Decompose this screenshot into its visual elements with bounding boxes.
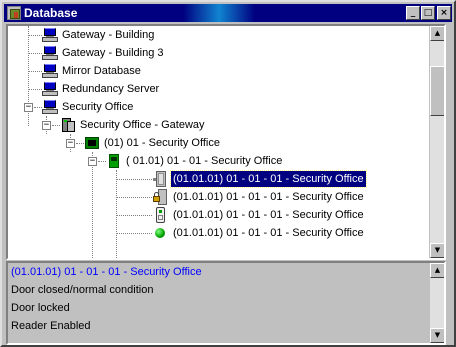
- status-dot-icon: [152, 225, 168, 241]
- tree-node-label: (01.01.01) 01 - 01 - 01 - Security Offic…: [173, 227, 364, 239]
- scroll-thumb[interactable]: [430, 66, 444, 116]
- tree-connector: [92, 152, 93, 258]
- server-icon: [42, 27, 58, 43]
- tree-node-label: Security Office - Gateway: [80, 119, 205, 131]
- reader-icon: [152, 207, 168, 223]
- collapse-toggle[interactable]: −: [66, 139, 75, 148]
- tree-connector: [98, 161, 106, 162]
- panel-icon: [84, 135, 100, 151]
- board-icon: [106, 153, 122, 169]
- scroll-up-button[interactable]: ▲: [430, 263, 444, 278]
- collapse-toggle[interactable]: −: [24, 103, 33, 112]
- tree-connector: [28, 71, 42, 72]
- tree-node-label: (01.01.01) 01 - 01 - 01 - Security Offic…: [173, 209, 364, 221]
- tree-connector: [28, 35, 42, 36]
- scroll-down-button[interactable]: ▼: [430, 243, 444, 258]
- window-title: Database: [24, 6, 78, 20]
- title-bar[interactable]: Database _ □ ×: [4, 4, 452, 22]
- tree-node-label-selected: (01.01.01) 01 - 01 - 01 - Security Offic…: [170, 170, 367, 188]
- database-window: Database _ □ × − − − − Gateway - Buildin…: [0, 0, 456, 347]
- door-icon: [152, 171, 168, 187]
- tree-connector: [76, 143, 84, 144]
- info-door-condition: Door closed/normal condition: [11, 284, 154, 296]
- tree-connector: [116, 197, 152, 198]
- minimize-button[interactable]: _: [406, 6, 420, 20]
- status-info-pane[interactable]: (01.01.01) 01 - 01 - 01 - Security Offic…: [6, 261, 446, 345]
- gateway-icon: [60, 117, 76, 133]
- tree-connector: [116, 215, 152, 216]
- tree-node-label: (01.01.01) 01 - 01 - 01 - Security Offic…: [173, 191, 364, 203]
- info-reader-state: Reader Enabled: [11, 320, 91, 332]
- tree-node-label: Gateway - Building 3: [62, 47, 164, 59]
- tree-node-label: Mirror Database: [62, 65, 141, 77]
- tree-node-label: ( 01.01) 01 - 01 - Security Office: [126, 155, 283, 167]
- lock-icon: [152, 189, 168, 205]
- scroll-down-button[interactable]: ▼: [430, 328, 444, 343]
- server-icon: [42, 99, 58, 115]
- scroll-up-button[interactable]: ▲: [430, 26, 444, 41]
- tree-connector: [28, 89, 42, 90]
- tree-connector: [28, 53, 42, 54]
- collapse-toggle[interactable]: −: [88, 157, 97, 166]
- tree-node-label: Redundancy Server: [62, 83, 160, 95]
- tree-connector: [116, 179, 152, 180]
- server-icon: [42, 45, 58, 61]
- info-door-lock-state: Door locked: [11, 302, 70, 314]
- close-button[interactable]: ×: [437, 6, 451, 20]
- tree-connector: [52, 125, 60, 126]
- maximize-button[interactable]: □: [421, 6, 435, 20]
- device-tree[interactable]: − − − − Gateway - Building Gateway - Bui…: [6, 24, 446, 260]
- server-icon: [42, 63, 58, 79]
- info-scrollbar[interactable]: ▲ ▼: [429, 263, 444, 343]
- tree-connector: [116, 233, 152, 234]
- info-selected-device: (01.01.01) 01 - 01 - 01 - Security Offic…: [11, 266, 202, 278]
- tree-node-label: Gateway - Building: [62, 29, 155, 41]
- server-icon: [42, 81, 58, 97]
- tree-connector: [34, 107, 42, 108]
- tree-node-label: Security Office: [62, 101, 134, 113]
- tree-node-label: (01) 01 - Security Office: [104, 137, 220, 149]
- tree-scrollbar[interactable]: ▲ ▼: [429, 26, 444, 258]
- collapse-toggle[interactable]: −: [42, 121, 51, 130]
- database-app-icon[interactable]: [7, 6, 21, 20]
